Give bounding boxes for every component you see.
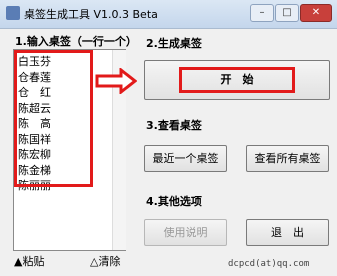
help-button[interactable]: 使用说明: [144, 219, 227, 246]
view-all-tags-button-label: 查看所有桌签: [254, 152, 321, 165]
highlight-frame-names: [14, 50, 93, 187]
help-button-label: 使用说明: [163, 226, 208, 239]
recent-tag-button-label: 最近一个桌签: [152, 152, 219, 165]
paste-link[interactable]: ▲粘贴: [14, 253, 44, 269]
view-all-tags-button[interactable]: 查看所有桌签: [246, 145, 329, 172]
step1-label: 1.输入桌签（一行一个）: [15, 35, 137, 48]
main-window: 桌签生成工具 V1.0.3 Beta – □ ✕ 1.输入桌签（一行一个） 白玉…: [0, 0, 337, 276]
window-title: 桌签生成工具 V1.0.3 Beta: [24, 8, 158, 21]
contact-email: dcpcd(at)qq.com: [228, 259, 310, 269]
exit-button[interactable]: 退 出: [246, 219, 329, 246]
red-arrow-icon: [95, 68, 137, 94]
step2-label: 2.生成桌签: [146, 37, 202, 50]
recent-tag-button[interactable]: 最近一个桌签: [144, 145, 227, 172]
maximize-button[interactable]: □: [275, 4, 299, 22]
step4-label: 4.其他选项: [146, 195, 202, 208]
app-icon: [6, 6, 20, 20]
title-bar[interactable]: 桌签生成工具 V1.0.3 Beta – □ ✕: [0, 0, 337, 29]
exit-button-label: 退 出: [271, 226, 304, 239]
clear-link[interactable]: △清除: [90, 253, 120, 269]
minimize-button[interactable]: –: [250, 4, 274, 22]
step3-label: 3.查看桌签: [146, 119, 202, 132]
highlight-frame-start: [179, 67, 295, 93]
close-button[interactable]: ✕: [300, 4, 332, 22]
